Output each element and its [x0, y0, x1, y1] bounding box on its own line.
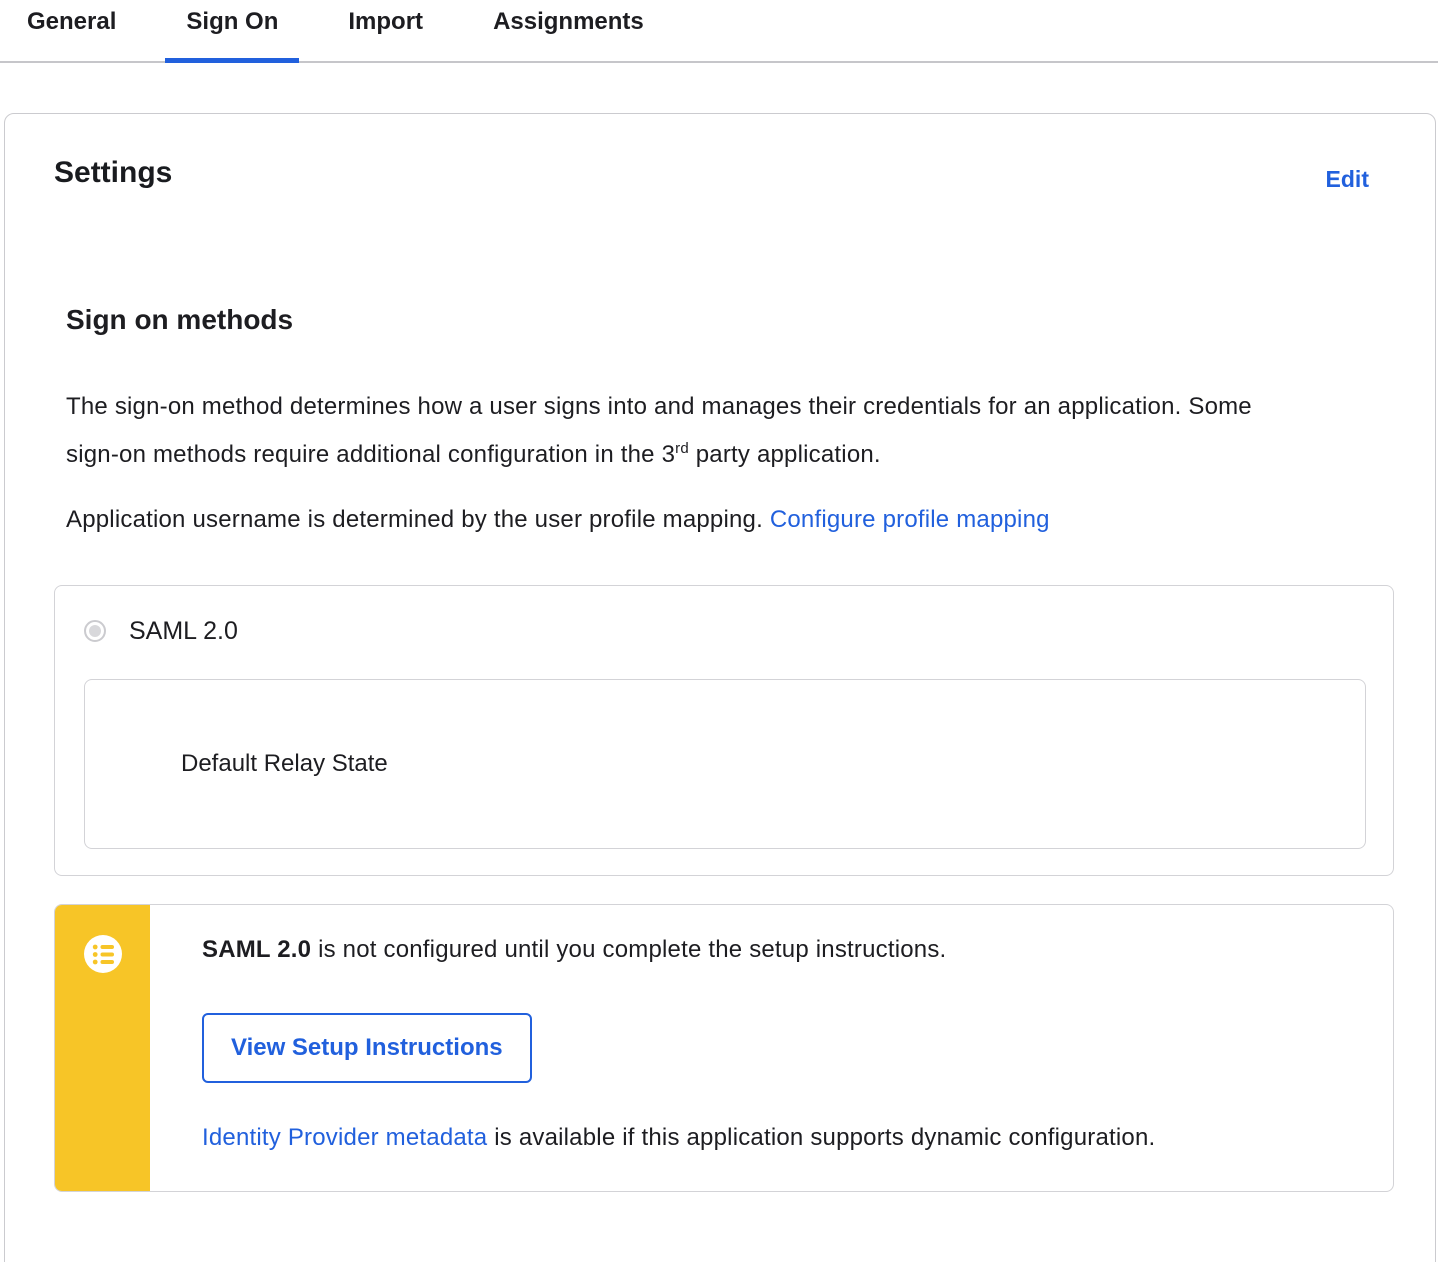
tab-sign-on[interactable]: Sign On [165, 8, 300, 63]
sign-on-methods-heading: Sign on methods [66, 304, 294, 335]
settings-card-header: Settings Edit [54, 154, 1394, 193]
description-text-part2: party application. [688, 441, 881, 468]
username-note-text: Application username is determined by th… [66, 506, 770, 533]
app-tabs: General Sign On Import Assignments [0, 0, 1438, 63]
view-setup-instructions-button[interactable]: View Setup Instructions [202, 1013, 532, 1083]
default-relay-state-field: Default Relay State [84, 679, 1366, 849]
bulleted-list-icon [83, 935, 122, 973]
callout-message: SAML 2.0 is not configured until you com… [202, 935, 1353, 965]
description-superscript: rd [675, 440, 689, 457]
description-text-part1: The sign-on method determines how a user… [66, 393, 1252, 468]
application-username-note: Application username is determined by th… [66, 503, 1394, 537]
saml-method-box: SAML 2.0 Default Relay State [54, 585, 1394, 876]
tab-assignments[interactable]: Assignments [472, 8, 665, 61]
metadata-line: Identity Provider metadata is available … [202, 1123, 1353, 1153]
identity-provider-metadata-link[interactable]: Identity Provider metadata [202, 1124, 487, 1151]
callout-warning-stripe [55, 905, 150, 1191]
tab-general[interactable]: General [6, 8, 137, 61]
tab-import[interactable]: Import [327, 8, 444, 61]
default-relay-state-label: Default Relay State [181, 750, 388, 777]
metadata-line-text: is available if this application support… [487, 1124, 1156, 1151]
saml-radio-row: SAML 2.0 [84, 616, 1366, 646]
saml-radio-label: SAML 2.0 [129, 617, 238, 645]
saml-setup-callout: SAML 2.0 is not configured until you com… [54, 904, 1394, 1192]
page-title: Settings [54, 156, 173, 189]
configure-profile-mapping-link[interactable]: Configure profile mapping [770, 506, 1050, 533]
settings-card: Settings Edit Sign on methods The sign-o… [4, 113, 1436, 1262]
callout-body: SAML 2.0 is not configured until you com… [150, 905, 1393, 1191]
callout-app-label: SAML 2.0 [202, 936, 312, 963]
sign-on-methods-description: The sign-on method determines how a user… [66, 383, 1296, 479]
edit-link[interactable]: Edit [1326, 166, 1369, 193]
saml-radio-button[interactable] [84, 620, 106, 642]
callout-message-text: is not configured until you complete the… [311, 936, 947, 963]
